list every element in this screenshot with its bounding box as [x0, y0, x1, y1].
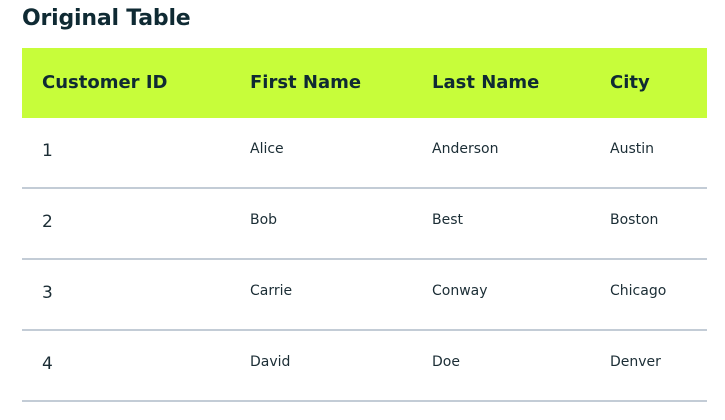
- cell-city: Austin: [610, 141, 654, 157]
- cell-city: Denver: [610, 354, 661, 370]
- table-row: 2 Bob Best Boston: [22, 189, 707, 260]
- cell-last-name: Anderson: [432, 141, 499, 157]
- cell-city: Boston: [610, 212, 659, 228]
- header-last-name: Last Name: [432, 72, 540, 93]
- cell-last-name: Best: [432, 212, 464, 228]
- cell-first-name: Alice: [250, 141, 284, 157]
- cell-last-name: Doe: [432, 354, 460, 370]
- page-title: Original Table: [22, 6, 191, 31]
- table-header-row: Customer ID First Name Last Name City: [22, 48, 707, 118]
- cell-customer-id: 2: [42, 212, 53, 232]
- header-first-name: First Name: [250, 72, 362, 93]
- cell-first-name: Bob: [250, 212, 278, 228]
- cell-city: Chicago: [610, 283, 667, 299]
- table-row: 4 David Doe Denver: [22, 331, 707, 402]
- cell-customer-id: 1: [42, 141, 53, 161]
- table-row: 1 Alice Anderson Austin: [22, 118, 707, 189]
- header-city: City: [610, 72, 650, 93]
- cell-customer-id: 3: [42, 283, 53, 303]
- customer-table: Customer ID First Name Last Name City 1 …: [22, 48, 707, 402]
- table-row: 3 Carrie Conway Chicago: [22, 260, 707, 331]
- header-customer-id: Customer ID: [42, 72, 168, 93]
- cell-customer-id: 4: [42, 354, 53, 374]
- cell-first-name: Carrie: [250, 283, 293, 299]
- cell-first-name: David: [250, 354, 291, 370]
- cell-last-name: Conway: [432, 283, 488, 299]
